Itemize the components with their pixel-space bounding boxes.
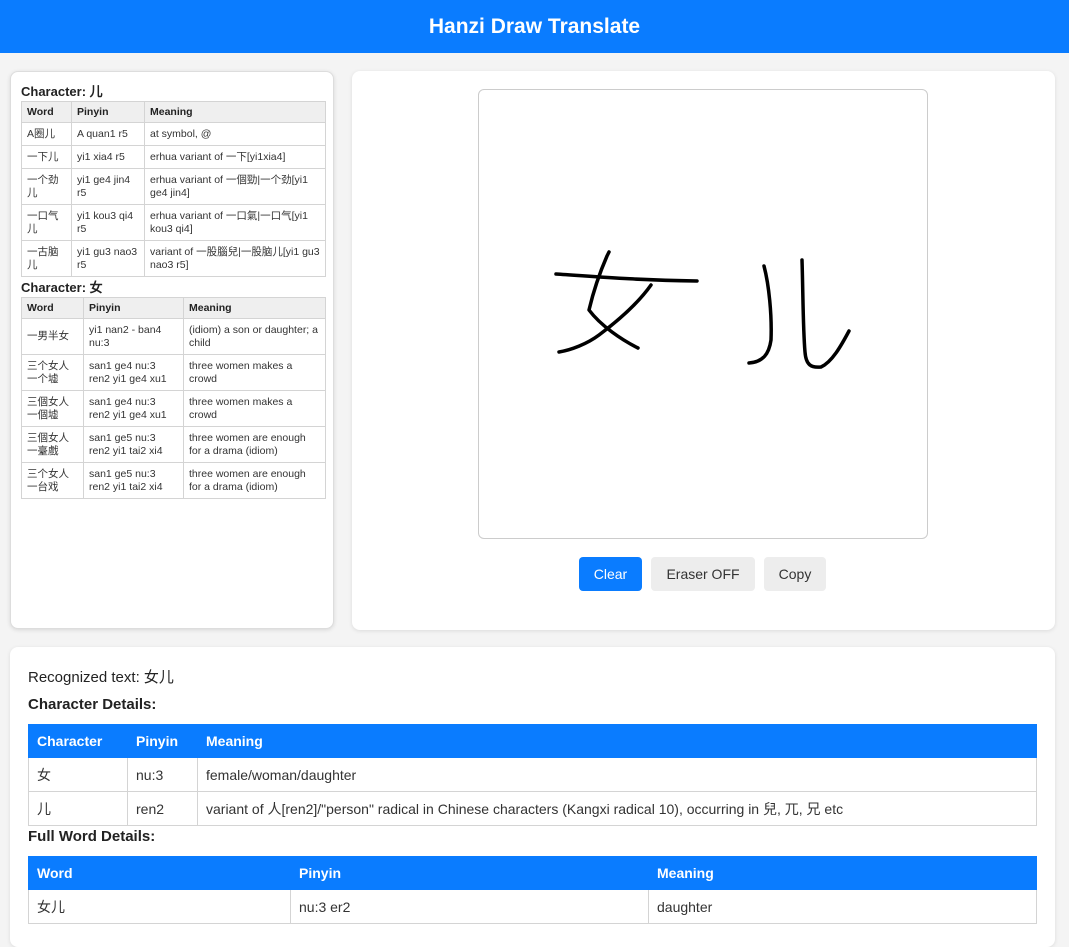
column-header: Meaning <box>144 101 326 123</box>
word-table-nu: Word Pinyin Meaning 一男半女 yi1 nan2 - ban4… <box>21 297 326 499</box>
table-row: 一古脑儿 yi1 gu3 nao3 r5 variant of 一股腦兒|一股脑… <box>21 240 326 277</box>
column-header: Word <box>28 856 291 890</box>
word-details-title: Full Word Details: <box>28 828 156 845</box>
handwriting-strokes <box>554 250 851 369</box>
pinyin-cell: yi1 nan2 - ban4 nu:3 <box>83 318 184 355</box>
table-row: 儿 ren2 variant of 人[ren2]/"person" radic… <box>28 791 1037 826</box>
stroke-path <box>554 272 699 283</box>
word-cell: 一古脑儿 <box>21 240 72 277</box>
table-row: 女儿 nu:3 er2 daughter <box>28 889 1037 924</box>
recognized-text: Recognized text: 女儿 <box>28 669 174 686</box>
column-header: Character <box>28 724 128 758</box>
table-header-row: Character Pinyin Meaning <box>28 724 1037 758</box>
app-title: Hanzi Draw Translate <box>428 14 641 38</box>
table-row: 一口气儿 yi1 kou3 qi4 r5 erhua variant of 一口… <box>21 204 326 241</box>
table-header-row: Word Pinyin Meaning <box>28 856 1037 890</box>
copy-button[interactable]: Copy <box>764 557 826 591</box>
word-cell: 一下儿 <box>21 145 72 169</box>
word-table-er: Word Pinyin Meaning A圈儿 A quan1 r5 at sy… <box>21 101 326 277</box>
word-cell: 一个劲儿 <box>21 168 72 205</box>
character-details-title: Character Details: <box>28 696 157 713</box>
clear-button[interactable]: Clear <box>579 557 642 591</box>
pinyin-cell: ren2 <box>127 791 198 826</box>
pinyin-cell: yi1 ge4 jin4 r5 <box>71 168 145 205</box>
table-row: 三个女人一台戏 san1 ge5 nu:3 ren2 yi1 tai2 xi4 … <box>21 462 326 499</box>
pinyin-cell: san1 ge5 nu:3 ren2 yi1 tai2 xi4 <box>83 462 184 499</box>
pinyin-cell: nu:3 er2 <box>290 889 649 924</box>
column-header: Meaning <box>183 297 326 319</box>
meaning-cell: three women are enough for a drama (idio… <box>183 462 326 499</box>
meaning-cell: variant of 人[ren2]/"person" radical in C… <box>197 791 1037 826</box>
drawing-panel: Clear Eraser OFF Copy <box>352 71 1055 630</box>
column-header: Meaning <box>197 724 1037 758</box>
section-title-nu: Character: 女 <box>21 280 103 295</box>
meaning-cell: variant of 一股腦兒|一股脑儿[yi1 gu3 nao3 r5] <box>144 240 326 277</box>
meaning-cell: erhua variant of 一下[yi1xia4] <box>144 145 326 169</box>
dictionary-panel[interactable]: Character: 儿 Word Pinyin Meaning A圈儿 A q… <box>10 71 334 629</box>
table-row: 三個女人一臺戲 san1 ge5 nu:3 ren2 yi1 tai2 xi4 … <box>21 426 326 463</box>
meaning-cell: female/woman/daughter <box>197 757 1037 792</box>
app-header: Hanzi Draw Translate <box>0 0 1069 53</box>
stroke-path <box>587 250 640 350</box>
table-row: 一男半女 yi1 nan2 - ban4 nu:3 (idiom) a son … <box>21 318 326 355</box>
column-header: Word <box>21 297 84 319</box>
stroke-path <box>800 258 851 369</box>
column-header: Pinyin <box>83 297 184 319</box>
pinyin-cell: nu:3 <box>127 757 198 792</box>
pinyin-cell: san1 ge4 nu:3 ren2 yi1 ge4 xu1 <box>83 390 184 427</box>
column-header: Word <box>21 101 72 123</box>
table-row: A圈儿 A quan1 r5 at symbol, @ <box>21 122 326 146</box>
meaning-cell: three women are enough for a drama (idio… <box>183 426 326 463</box>
column-header: Meaning <box>648 856 1037 890</box>
table-row: 三个女人一个墟 san1 ge4 nu:3 ren2 yi1 ge4 xu1 t… <box>21 354 326 391</box>
pinyin-cell: san1 ge4 nu:3 ren2 yi1 ge4 xu1 <box>83 354 184 391</box>
meaning-cell: erhua variant of 一口氣|一口气[yi1 kou3 qi4] <box>144 204 326 241</box>
pinyin-cell: yi1 xia4 r5 <box>71 145 145 169</box>
column-header: Pinyin <box>71 101 145 123</box>
character-details-table: Character Pinyin Meaning 女 nu:3 female/w… <box>28 724 1037 826</box>
table-header-row: Word Pinyin Meaning <box>21 101 326 123</box>
word-cell: 一男半女 <box>21 318 84 355</box>
meaning-cell: at symbol, @ <box>144 122 326 146</box>
drawing-canvas[interactable] <box>478 89 928 539</box>
word-cell: A圈儿 <box>21 122 72 146</box>
table-row: 一下儿 yi1 xia4 r5 erhua variant of 一下[yi1x… <box>21 145 326 169</box>
meaning-cell: daughter <box>648 889 1037 924</box>
meaning-cell: (idiom) a son or daughter; a child <box>183 318 326 355</box>
meaning-cell: three women makes a crowd <box>183 354 326 391</box>
word-cell: 三个女人一个墟 <box>21 354 84 391</box>
word-cell: 三個女人一臺戲 <box>21 426 84 463</box>
table-header-row: Word Pinyin Meaning <box>21 297 326 319</box>
pinyin-cell: yi1 kou3 qi4 r5 <box>71 204 145 241</box>
word-cell: 女儿 <box>28 889 291 924</box>
meaning-cell: erhua variant of 一個勁|一个劲[yi1 ge4 jin4] <box>144 168 326 205</box>
results-panel: Recognized text: 女儿 Character Details: C… <box>10 647 1055 947</box>
column-header: Pinyin <box>127 724 198 758</box>
pinyin-cell: A quan1 r5 <box>71 122 145 146</box>
word-cell: 三个女人一台戏 <box>21 462 84 499</box>
stroke-path <box>557 283 653 354</box>
character-cell: 儿 <box>28 791 128 826</box>
section-title-er: Character: 儿 <box>21 84 103 99</box>
meaning-cell: three women makes a crowd <box>183 390 326 427</box>
word-cell: 三個女人一個墟 <box>21 390 84 427</box>
column-header: Pinyin <box>290 856 649 890</box>
table-row: 一个劲儿 yi1 ge4 jin4 r5 erhua variant of 一個… <box>21 168 326 205</box>
table-row: 女 nu:3 female/woman/daughter <box>28 757 1037 792</box>
pinyin-cell: yi1 gu3 nao3 r5 <box>71 240 145 277</box>
eraser-toggle-button[interactable]: Eraser OFF <box>651 557 755 591</box>
stroke-path <box>747 264 773 365</box>
table-row: 三個女人一個墟 san1 ge4 nu:3 ren2 yi1 ge4 xu1 t… <box>21 390 326 427</box>
word-details-table: Word Pinyin Meaning 女儿 nu:3 er2 daughter <box>28 856 1037 924</box>
character-cell: 女 <box>28 757 128 792</box>
pinyin-cell: san1 ge5 nu:3 ren2 yi1 tai2 xi4 <box>83 426 184 463</box>
word-cell: 一口气儿 <box>21 204 72 241</box>
